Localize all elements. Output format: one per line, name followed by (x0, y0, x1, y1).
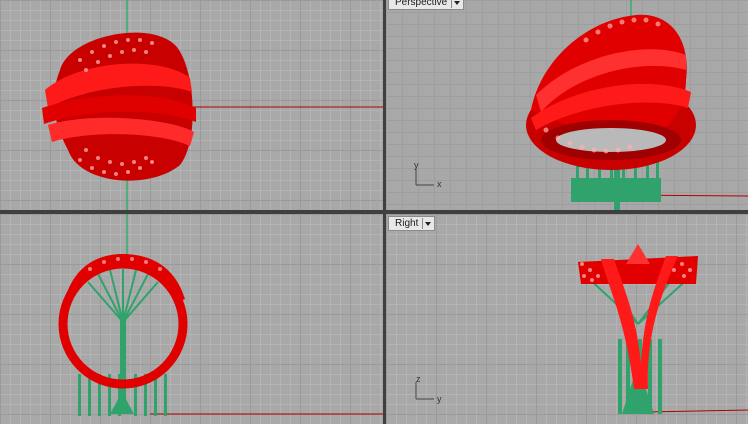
viewport-top[interactable] (0, 0, 383, 210)
axis-label-y: y (414, 160, 419, 170)
axis-gizmo (415, 168, 434, 186)
viewport-title: Perspective (395, 0, 448, 8)
front-view-canvas (58, 214, 383, 416)
viewport-front[interactable] (0, 214, 383, 424)
viewport-right[interactable]: Right z y (386, 214, 748, 424)
axis-label-y: y (437, 394, 442, 404)
support-struts (87, 269, 159, 323)
viewport-grid: Perspective y x Right z y (0, 0, 748, 424)
top-view-canvas (42, 0, 383, 210)
right-view-canvas (415, 244, 748, 414)
viewport-title: Right (395, 218, 419, 229)
ring-model (42, 32, 196, 181)
viewport-tab-right[interactable]: Right (388, 216, 436, 231)
viewport-tab-perspective[interactable]: Perspective (388, 0, 465, 10)
axis-label-z: z (416, 374, 421, 384)
support-base (78, 319, 167, 416)
axis-gizmo (415, 382, 434, 400)
chevron-down-icon[interactable] (451, 0, 461, 8)
ring-model (526, 14, 696, 170)
viewport-perspective[interactable]: Perspective y x (386, 0, 748, 210)
ring-model (578, 244, 698, 389)
chevron-down-icon[interactable] (422, 218, 432, 229)
axis-label-x: x (437, 179, 442, 189)
